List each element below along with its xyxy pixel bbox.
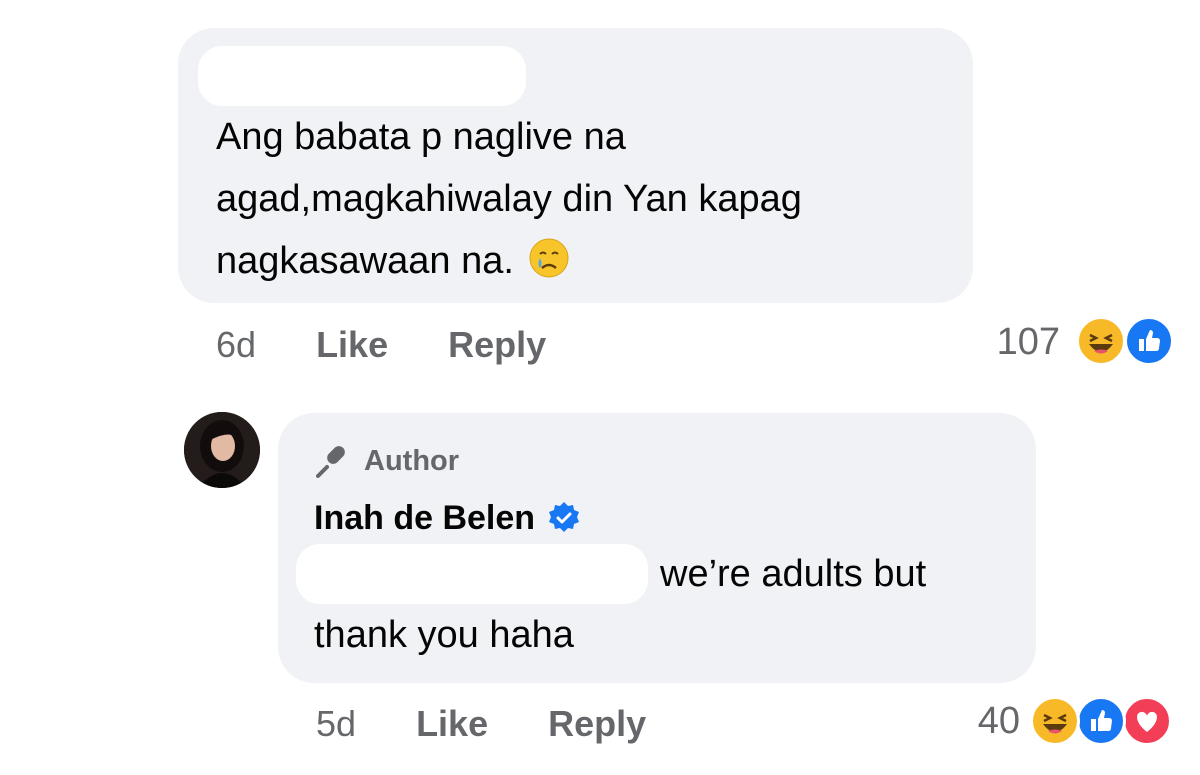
comment-meta-row: 6d Like Reply [216,325,716,365]
comment-text-line: Ang babata p naglive na [216,116,626,158]
redacted-commenter-name [198,46,526,106]
comment-text: Ang babata p naglive na agad,magkahiwala… [216,106,956,298]
reaction-icons[interactable] [1072,316,1182,368]
reply-text-line: we’re adults but [660,553,927,595]
comment-bubble: Ang babata p naglive na agad,magkahiwala… [178,28,973,303]
avatar[interactable] [184,412,260,488]
haha-reaction-icon [1030,696,1080,746]
reply-meta-row: 5d Like Reply [316,704,816,744]
reaction-count[interactable]: 107 [960,322,1060,362]
redacted-mention [296,544,648,604]
reply-text-line: thank you haha [314,614,574,656]
haha-reaction-icon [1076,316,1126,366]
commenter-name[interactable]: Inah de Belen [314,499,535,538]
microphone-icon [314,443,350,479]
comment-text-line: agad,magkahiwalay din Yan kapag [216,178,802,220]
verified-badge-icon [547,501,581,535]
commenter-name-row: Inah de Belen [314,497,581,539]
reaction-count[interactable]: 40 [920,701,1020,741]
like-button[interactable]: Like [416,703,488,744]
reply-button[interactable]: Reply [448,324,546,365]
author-label: Author [364,444,460,477]
comment-timestamp: 6d [216,324,257,365]
comment-text-line: nagkasawaan na. [216,230,956,298]
crying-face-icon [528,236,570,298]
reply-bubble: Author Inah de Belen we’re adults but th… [278,413,1036,683]
like-button[interactable]: Like [316,324,388,365]
like-reaction-icon [1076,696,1126,746]
reaction-icons[interactable] [1030,696,1180,748]
comment-text-line-end: nagkasawaan na. [216,240,514,282]
like-reaction-icon [1124,316,1174,366]
reply-button[interactable]: Reply [548,703,646,744]
love-reaction-icon [1122,696,1172,746]
author-label-row: Author [314,443,459,479]
reply-timestamp: 5d [316,703,357,744]
